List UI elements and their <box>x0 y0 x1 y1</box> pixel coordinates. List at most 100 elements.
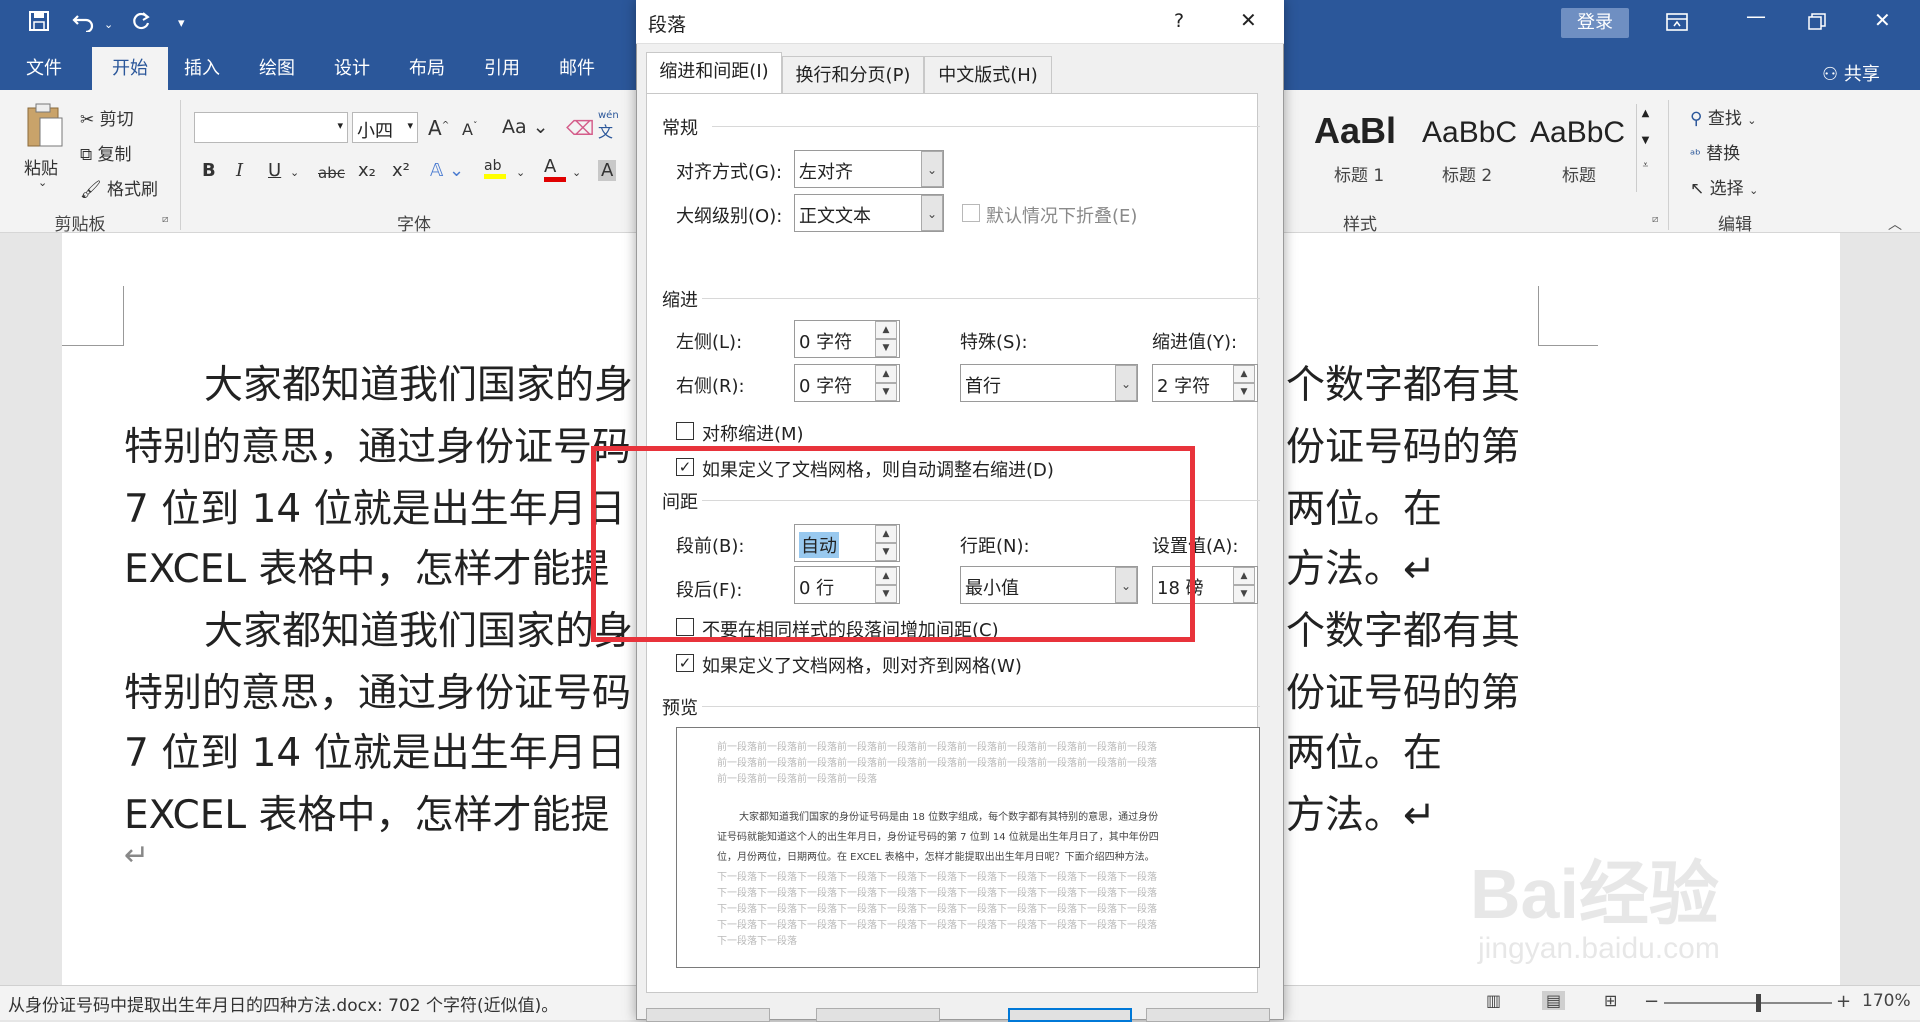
character-shading-button[interactable]: A <box>598 160 617 181</box>
snap-to-grid-checkbox[interactable]: ✓ <box>676 654 694 672</box>
font-color-button[interactable]: A <box>544 156 566 182</box>
tab-design[interactable]: 设计 <box>318 47 386 90</box>
style-sample-title[interactable]: AaBbC <box>1530 116 1625 150</box>
scroll-up-icon[interactable]: ▲ <box>1637 108 1654 119</box>
select-button[interactable]: ↖ 选择 ⌄ <box>1690 174 1758 199</box>
minimize-icon[interactable]: — <box>1746 4 1766 28</box>
tab-draw[interactable]: 绘图 <box>242 47 312 90</box>
doc-line-right: 方法。↵ <box>1286 547 1436 592</box>
section-divider <box>702 298 1260 299</box>
indent-by-input[interactable]: 2 字符 ▲ ▼ <box>1152 364 1258 402</box>
restore-icon[interactable] <box>1808 12 1826 36</box>
tab-file[interactable]: 文件 <box>0 47 88 90</box>
undo-icon[interactable] <box>72 10 98 37</box>
close-window-icon[interactable]: ✕ <box>1874 8 1891 32</box>
font-size-combo[interactable]: 小四 ▾ <box>352 112 418 143</box>
group-label-clipboard: 剪贴板 <box>54 215 106 235</box>
strikethrough-button[interactable]: abc <box>318 164 345 182</box>
zoom-in-icon[interactable]: + <box>1836 991 1851 1012</box>
replace-button[interactable]: ᵃᵇ 替换 <box>1690 139 1740 164</box>
paste-icon[interactable] <box>24 102 66 154</box>
scroll-down-icon[interactable]: ▼ <box>1637 135 1654 146</box>
spin-up-icon[interactable]: ▲ <box>1233 365 1255 383</box>
paste-dropdown-icon[interactable]: ⌄ <box>38 176 47 189</box>
shrink-font-icon[interactable]: Aˇ <box>462 120 477 139</box>
spin-up-icon[interactable]: ▲ <box>875 365 897 383</box>
print-layout-icon[interactable]: ▤ <box>1542 991 1566 1010</box>
font-name-combo[interactable]: ▾ <box>194 112 348 143</box>
spin-down-icon[interactable]: ▼ <box>1233 585 1255 603</box>
preview-next-line: 下一段落下一段落 <box>717 936 797 947</box>
outline-level-label: 大纲级别(O): <box>676 206 783 227</box>
change-case-icon[interactable]: Aa ⌄ <box>502 116 549 138</box>
clipboard-launcher-icon[interactable]: ⧄ <box>162 214 168 225</box>
web-layout-icon[interactable]: ⊞ <box>1604 991 1617 1010</box>
tab-mailings[interactable]: 邮件 <box>542 47 612 90</box>
save-icon[interactable] <box>28 10 50 37</box>
indent-right-input[interactable]: 0 字符 ▲ ▼ <box>794 364 900 402</box>
read-mode-icon[interactable]: ▥ <box>1486 991 1501 1010</box>
grow-font-icon[interactable]: A^ <box>428 116 449 140</box>
chevron-down-icon: ⌄ <box>921 151 943 187</box>
italic-button[interactable]: I <box>236 160 243 181</box>
mirror-indents-checkbox[interactable] <box>676 422 694 440</box>
phonetic-guide-icon[interactable]: wén 文 <box>598 110 619 142</box>
subscript-button[interactable]: x₂ <box>358 160 376 181</box>
spin-down-icon[interactable]: ▼ <box>875 383 897 401</box>
redo-icon[interactable] <box>130 10 152 37</box>
text-effects-icon[interactable]: 𝔸 ⌄ <box>430 160 464 181</box>
zoom-slider[interactable] <box>1664 1002 1832 1004</box>
zoom-level[interactable]: 170% <box>1862 991 1911 1011</box>
format-painter-button[interactable]: 🖌 格式刷 <box>80 175 158 200</box>
chevron-down-icon: ⌄ <box>1115 365 1137 401</box>
underline-dropdown-icon[interactable]: ⌄ <box>290 166 299 179</box>
find-label: 查找 <box>1707 109 1742 129</box>
find-button[interactable]: ⚲ 查找 ⌄ <box>1690 104 1756 129</box>
mirror-indents-label: 对称缩进(M) <box>702 424 804 445</box>
styles-scroll[interactable]: ▲ ▼ ⩡ <box>1636 104 1654 192</box>
tab-label: 插入 <box>184 58 220 79</box>
superscript-button[interactable]: x² <box>392 160 410 181</box>
spin-down-icon[interactable]: ▼ <box>1233 383 1255 401</box>
brush-icon: 🖌 <box>80 180 102 200</box>
bold-button[interactable]: B <box>202 160 216 181</box>
style-sample-heading2[interactable]: AaBbC <box>1422 116 1517 150</box>
spin-up-icon[interactable]: ▲ <box>875 321 897 339</box>
more-styles-icon[interactable]: ⩡ <box>1637 160 1654 171</box>
highlight-dropdown-icon[interactable]: ⌄ <box>516 166 525 179</box>
style-sample-heading1[interactable]: AaBl <box>1314 110 1396 152</box>
spin-down-icon[interactable]: ▼ <box>875 339 897 357</box>
tab-asian-typography[interactable]: 中文版式(H) <box>924 56 1052 94</box>
clear-formatting-icon[interactable]: ⌫ <box>566 116 594 140</box>
tab-references[interactable]: 引用 <box>468 47 536 90</box>
login-button[interactable]: 登录 <box>1561 8 1629 38</box>
tab-home[interactable]: 开始 <box>92 47 168 90</box>
tab-line-page-breaks[interactable]: 换行和分页(P) <box>782 56 924 94</box>
zoom-out-icon[interactable]: − <box>1644 991 1659 1012</box>
zoom-slider-thumb[interactable] <box>1756 994 1761 1012</box>
tab-layout[interactable]: 布局 <box>392 47 462 90</box>
font-color-dropdown-icon[interactable]: ⌄ <box>572 166 581 179</box>
collapse-ribbon-icon[interactable]: ︿ <box>1888 214 1902 234</box>
cut-button[interactable]: ✂ 剪切 <box>80 105 134 130</box>
ribbon-display-icon[interactable] <box>1666 12 1688 37</box>
spin-up-icon[interactable]: ▲ <box>1233 567 1255 585</box>
customize-qat-icon[interactable]: ▾ <box>178 16 185 31</box>
highlight-button[interactable]: ab <box>484 158 506 179</box>
group-separator <box>180 100 181 230</box>
dialog-help-button[interactable]: ? <box>1174 10 1184 32</box>
tab-indents-spacing[interactable]: 缩进和间距(I) <box>646 52 782 94</box>
outline-level-select[interactable]: 正文文本 ⌄ <box>794 194 944 232</box>
dialog-close-button[interactable]: ✕ <box>1240 8 1257 32</box>
alignment-select[interactable]: 左对齐 ⌄ <box>794 150 944 188</box>
copy-button[interactable]: ⧉ 复制 <box>80 140 132 165</box>
tab-insert[interactable]: 插入 <box>168 47 236 90</box>
special-indent-select[interactable]: 首行 ⌄ <box>960 364 1138 402</box>
collapse-checkbox[interactable] <box>962 204 980 222</box>
undo-dropdown-icon[interactable]: ⌄ <box>104 18 113 31</box>
outline-level-value: 正文文本 <box>799 206 871 227</box>
underline-button[interactable]: U <box>268 160 281 181</box>
styles-launcher-icon[interactable]: ⧄ <box>1652 214 1658 225</box>
indent-left-input[interactable]: 0 字符 ▲ ▼ <box>794 320 900 358</box>
share-button[interactable]: ⚇ 共享 <box>1822 60 1880 86</box>
